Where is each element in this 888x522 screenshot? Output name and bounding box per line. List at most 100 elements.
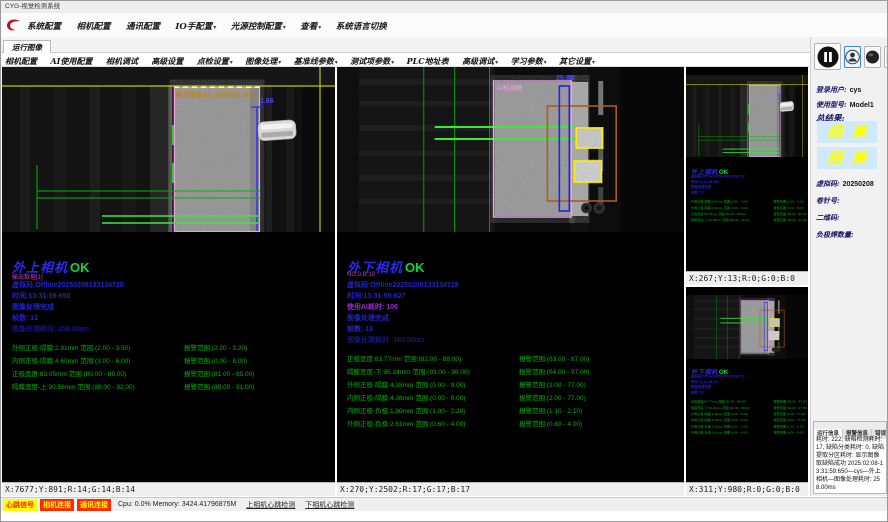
menu-item[interactable]: 查看▾ [300,20,321,32]
menu-item[interactable]: 系统语言切换 [336,20,388,32]
result-ok-text: OK [405,260,425,275]
measurement-row: 内侧正极-负极:1.90mm 范围:(1.00 - 2.20)报警范围:(1.1… [347,405,680,418]
camera-info-upper: 外上相机OK 输出数据[1] 虚拟码:Offline20250208133134… [12,257,331,394]
time-line: 时间:13-31-59-627 [347,291,680,302]
chevron-down-icon: ▾ [283,24,286,31]
menu-item[interactable]: 系统配置 [27,20,62,32]
chevron-down-icon: ▾ [213,24,216,31]
toolbar-item[interactable]: 相机配置 [5,56,38,67]
measurement-row: 外侧正极-隔膜:2.91mm 范围:(2.00 - 3.50)报警范围:(2.2… [12,342,331,355]
toolbar-item[interactable]: 相机调试 [106,56,139,67]
chevron-down-icon: ▾ [592,59,595,66]
log-info-box: 运行信息报警信息错误信息 耗时: 222, 缺陷检测耗时: 17, 缺陷分类耗时… [813,421,887,494]
info-field-row: 负极焊数量: [816,224,887,241]
elapsed-line: 图像处理耗时: 258.00ms [12,324,331,335]
camera-thumb-image-lower[interactable] [686,295,808,359]
menu-item[interactable]: 光源控制配置▾ [231,20,286,32]
measurement-row: 内侧正极-隔膜:4.38mm 范围:(0.00 - 9.00)报警范围:(2.0… [347,392,680,405]
pause-button[interactable] [814,43,841,70]
toolbar-item[interactable]: 基准线参数▾ [294,56,338,67]
frames-line: 帧数: 13 [12,313,331,324]
info-field-row: 卷针号: [816,190,887,207]
chevron-down-icon: ▾ [318,24,321,31]
login-user-button[interactable] [844,46,861,68]
info-field-row: 虚拟码:20250208 [816,173,887,190]
toolbar-item[interactable]: 测试项参数▾ [350,56,394,67]
control-buttons [814,43,888,70]
log-tabs: 运行信息报警信息错误信息 [814,422,886,434]
result-badge-upper: 结果 [817,121,877,143]
exit-button[interactable] [884,46,888,68]
measurement-row: 外侧正极-负极:2.61mm 范围:(0.60 - 4.00)报警范围:(0.6… [691,430,808,436]
measurement-row: 隔膜宽度-下:95.24mm 范围:(93.00 - 98.00)报警范围:(9… [347,366,680,379]
camera-thumb-info-lower: 外下相机OK 虚拟码:Offline20250208133134728 时间:1… [691,367,808,436]
login-user-value: cys [850,87,862,94]
measurement-list: 正极宽度:83.77mm 范围:(82.00 - 88.00)报警范围:(83.… [347,353,680,431]
user-icon [845,48,860,66]
chevron-down-icon: ▾ [391,59,394,66]
toolbar-item[interactable]: 其它设置▾ [559,56,595,67]
pixel-status-thumb-lower: X:311;Y:980;R:0;G:0;B:0 [686,482,808,496]
process-done-line: 图像处理完成 [12,302,331,313]
app-window: CYG-视觉检测系统 系统配置 相机配置 通讯配置 IO手配置▾ 光源控制配置▾… [0,0,888,522]
toolbar-item[interactable]: 高级调试▾ [462,56,498,67]
log-text: 耗时: 222, 缺陷检测耗时: 17, 缺陷分类耗时: 0, 缺陷提取分区耗时… [814,434,886,494]
pixel-status-lower: X:270;Y:2502;R:17;G:17;B:17 [337,482,684,496]
menu-items: 系统配置 相机配置 通讯配置 IO手配置▾ 光源控制配置▾ 查看▾ 系统语言切换 [27,13,887,37]
camera-image-upper-outer[interactable] [2,67,335,232]
cpu-memory-text: Cpu: 0.0% Memory: 3424.41796875M [118,501,236,508]
toolbar-item[interactable]: 点检设置▾ [197,56,233,67]
measure-overlay-label: 1.66 [260,98,274,105]
frames-line: 帧数: 13 [347,324,680,335]
info-field-row: 二维码: [816,207,887,224]
toolbar-item[interactable]: 高级设置 [151,56,184,67]
menu-item[interactable]: 通讯配置 [126,20,161,32]
barcode-line: 虚拟码:Offline20250208133134728 [12,280,331,291]
toolbar-item[interactable]: PLC地址表 [407,56,450,67]
measurement-row: 隔膜宽度-上:90.56mm 范围:(88.00 - 92.00)报警范围:(8… [12,381,331,394]
ai-box-label: AI检测框 [497,82,523,92]
barcode-line: 虚拟码:Offline20250208133134728 [347,280,680,291]
chevron-down-icon: ▾ [544,59,547,66]
info-fields: 虚拟码:20250208 卷针号: 二维码: 负极焊数量: [816,173,887,241]
camera-thumb-info-upper: 外上相机OK 虚拟码:Offline20250208133134728 时间:1… [691,167,808,224]
camera-thumbnail-lower: 外下相机OK 虚拟码:Offline20250208133134728 时间:1… [686,287,808,496]
toolbar-item[interactable]: 图像处理▾ [245,56,281,67]
measurement-row: 正极宽度:83.77mm 范围:(82.00 - 88.00)报警范围:(83.… [347,353,680,366]
tab-strip: 运行图像 [1,37,810,53]
frames-line: 帧数: 13 [691,190,808,195]
menu-item[interactable]: 相机配置 [76,20,111,32]
menu-item[interactable]: IO手配置▾ [175,20,216,32]
measurement-row: 内侧正极-隔膜:4.60mm 范围:(3.00 - 6.00)报警范围:(0.0… [12,355,331,368]
chevron-down-icon: ▾ [495,59,498,66]
measurement-list: 正极宽度:83.77mm 范围:(82.00 - 88.00)报警范围:(83.… [691,399,808,436]
bottom-statusbar: 心跳信号 相机连接 通讯连接 Cpu: 0.0% Memory: 3424.41… [1,497,887,511]
measurement-row: 正极宽度:83.05mm 范围:(80.00 - 86.00)报警范围:(81.… [12,368,331,381]
measurement-row: 外侧正极-负极:2.61mm 范围:(0.60 - 4.00)报警范围:(0.6… [347,418,680,431]
threshold-overlay-label: 静态阈值:93, 动态阈值:100 [176,89,253,99]
upper-camera-heartbeat-link[interactable]: 上相机心跳检测 [246,500,295,510]
lower-camera-heartbeat-link[interactable]: 下相机心跳检测 [305,500,354,510]
camera-info-lower: 外下相机OK NG:0,B:10 虚拟码:Offline202502081331… [347,257,680,431]
measure-overlay-label: 25.88 [556,75,574,82]
camera-thumbnail-upper: 外上相机OK 虚拟码:Offline20250208133134728 时间:1… [686,67,808,285]
process-done-line: 图像处理完成 [347,313,680,324]
toolbar-item[interactable]: AI使用配置 [50,56,93,67]
camera-thumb-image-upper[interactable] [686,75,808,157]
window-title: CYG-视觉检测系统 [5,3,60,10]
pixel-status-thumb-upper: X:267;Y:13;R:0;G:0;B:0 [686,271,808,285]
result-ok-text: OK [70,260,90,275]
result-badge-lower: 结果 [817,147,877,169]
pixel-status-upper: X:7677;Y:891;R:14;G:14;B:14 [2,482,335,496]
login-user-label: 登录用户: [816,85,847,94]
time-line: 时间:13-31-59-650 [12,291,331,302]
measurement-list: 外侧正极-隔膜:2.91mm 范围:(2.00 - 3.50)报警范围:(2.2… [691,199,808,224]
menubar: 系统配置 相机配置 通讯配置 IO手配置▾ 光源控制配置▾ 查看▾ 系统语言切换 [1,13,887,37]
camera-panel-lower-outer: AI检测框 25.88 外下相机OK NG:0,B:10 虚拟码:Offline… [337,67,684,496]
frames-line: 帧数: 13 [691,390,808,395]
measurement-row: 隔膜宽度-上:90.56mm 范围:(88.00 - 92.00)报警范围:(8… [691,217,808,223]
toolbar-item[interactable]: 学习参数▾ [511,56,547,67]
chevron-down-icon: ▾ [278,59,281,66]
capture-button[interactable] [864,46,881,68]
heartbeat-badge: 心跳信号 [3,499,37,511]
